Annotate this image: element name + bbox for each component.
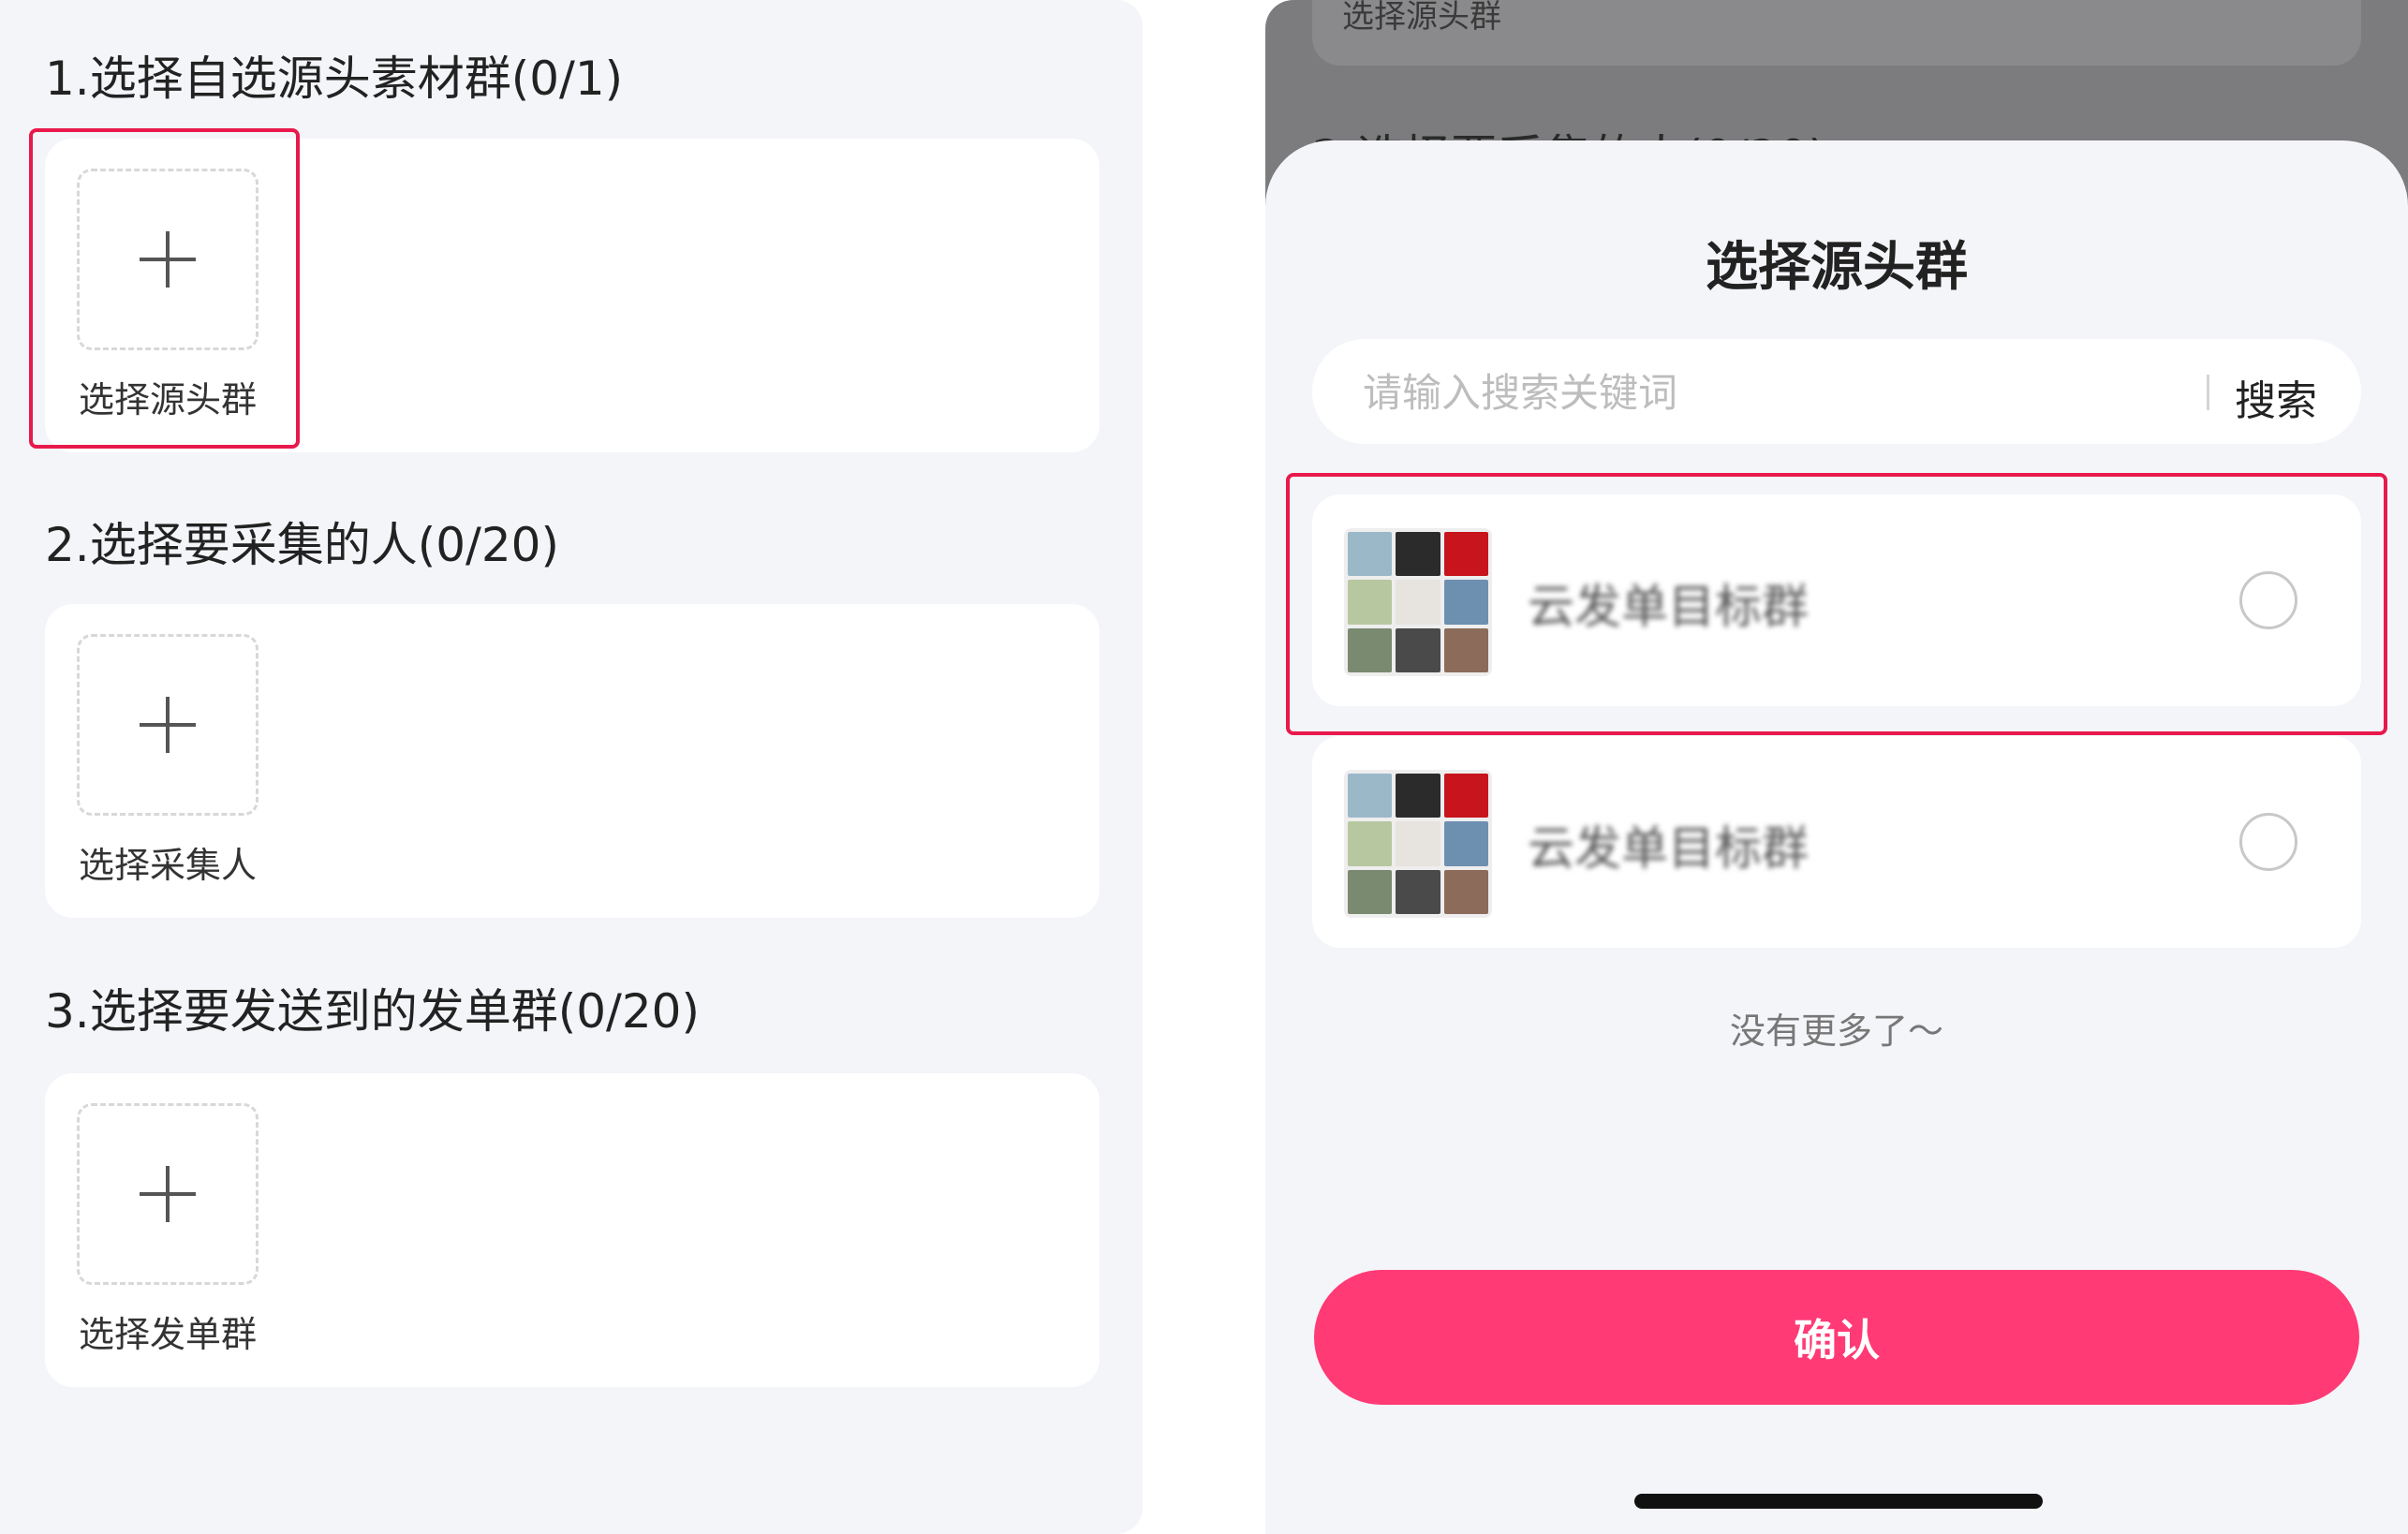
- radio-icon[interactable]: [2239, 813, 2297, 871]
- add-target-group-label: 选择发单群: [78, 1314, 257, 1355]
- search-divider: [2207, 375, 2209, 410]
- home-indicator: [1634, 1494, 2043, 1509]
- list-end-text: 没有更多了～: [1729, 1010, 1943, 1052]
- section-title-collect-people: 2.选择要采集的人(0/20): [45, 518, 559, 572]
- group-name: 云发单目标群: [1528, 821, 1809, 876]
- search-input[interactable]: [1361, 360, 2189, 425]
- group-list-item[interactable]: 云发单目标群: [1312, 736, 2361, 948]
- search-bar: 搜索: [1312, 339, 2361, 444]
- highlight-box-group-item: [1286, 473, 2387, 735]
- plus-icon: [140, 1166, 196, 1222]
- add-collector-button[interactable]: [77, 634, 259, 816]
- add-target-group-button[interactable]: [77, 1103, 259, 1285]
- target-groups-card: 选择发单群: [45, 1073, 1100, 1387]
- select-source-group-sheet: 选择源头群 搜索 云发单目标群 云发单目标群 没有更多了～: [1265, 140, 2408, 1534]
- plus-icon: [140, 697, 196, 753]
- right-panel: 选择源头群 2.选择要采集的人(0/20) 选择源头群 搜索 云发单目标群 云发…: [1265, 0, 2408, 1534]
- add-collector-label: 选择采集人: [78, 845, 257, 886]
- group-avatar: [1344, 770, 1492, 918]
- search-button[interactable]: 搜索: [2235, 367, 2317, 427]
- confirm-button[interactable]: 确认: [1314, 1270, 2359, 1405]
- sheet-title: 选择源头群: [1706, 237, 1968, 298]
- collect-people-card: 选择采集人: [45, 604, 1100, 918]
- background-field-text: 选择源头群: [1342, 0, 1501, 36]
- section-title-source-group: 1.选择自选源头素材群(0/1): [45, 52, 624, 106]
- section-title-target-groups: 3.选择要发送到的发单群(0/20): [45, 984, 700, 1039]
- highlight-box-source-add: [29, 128, 300, 449]
